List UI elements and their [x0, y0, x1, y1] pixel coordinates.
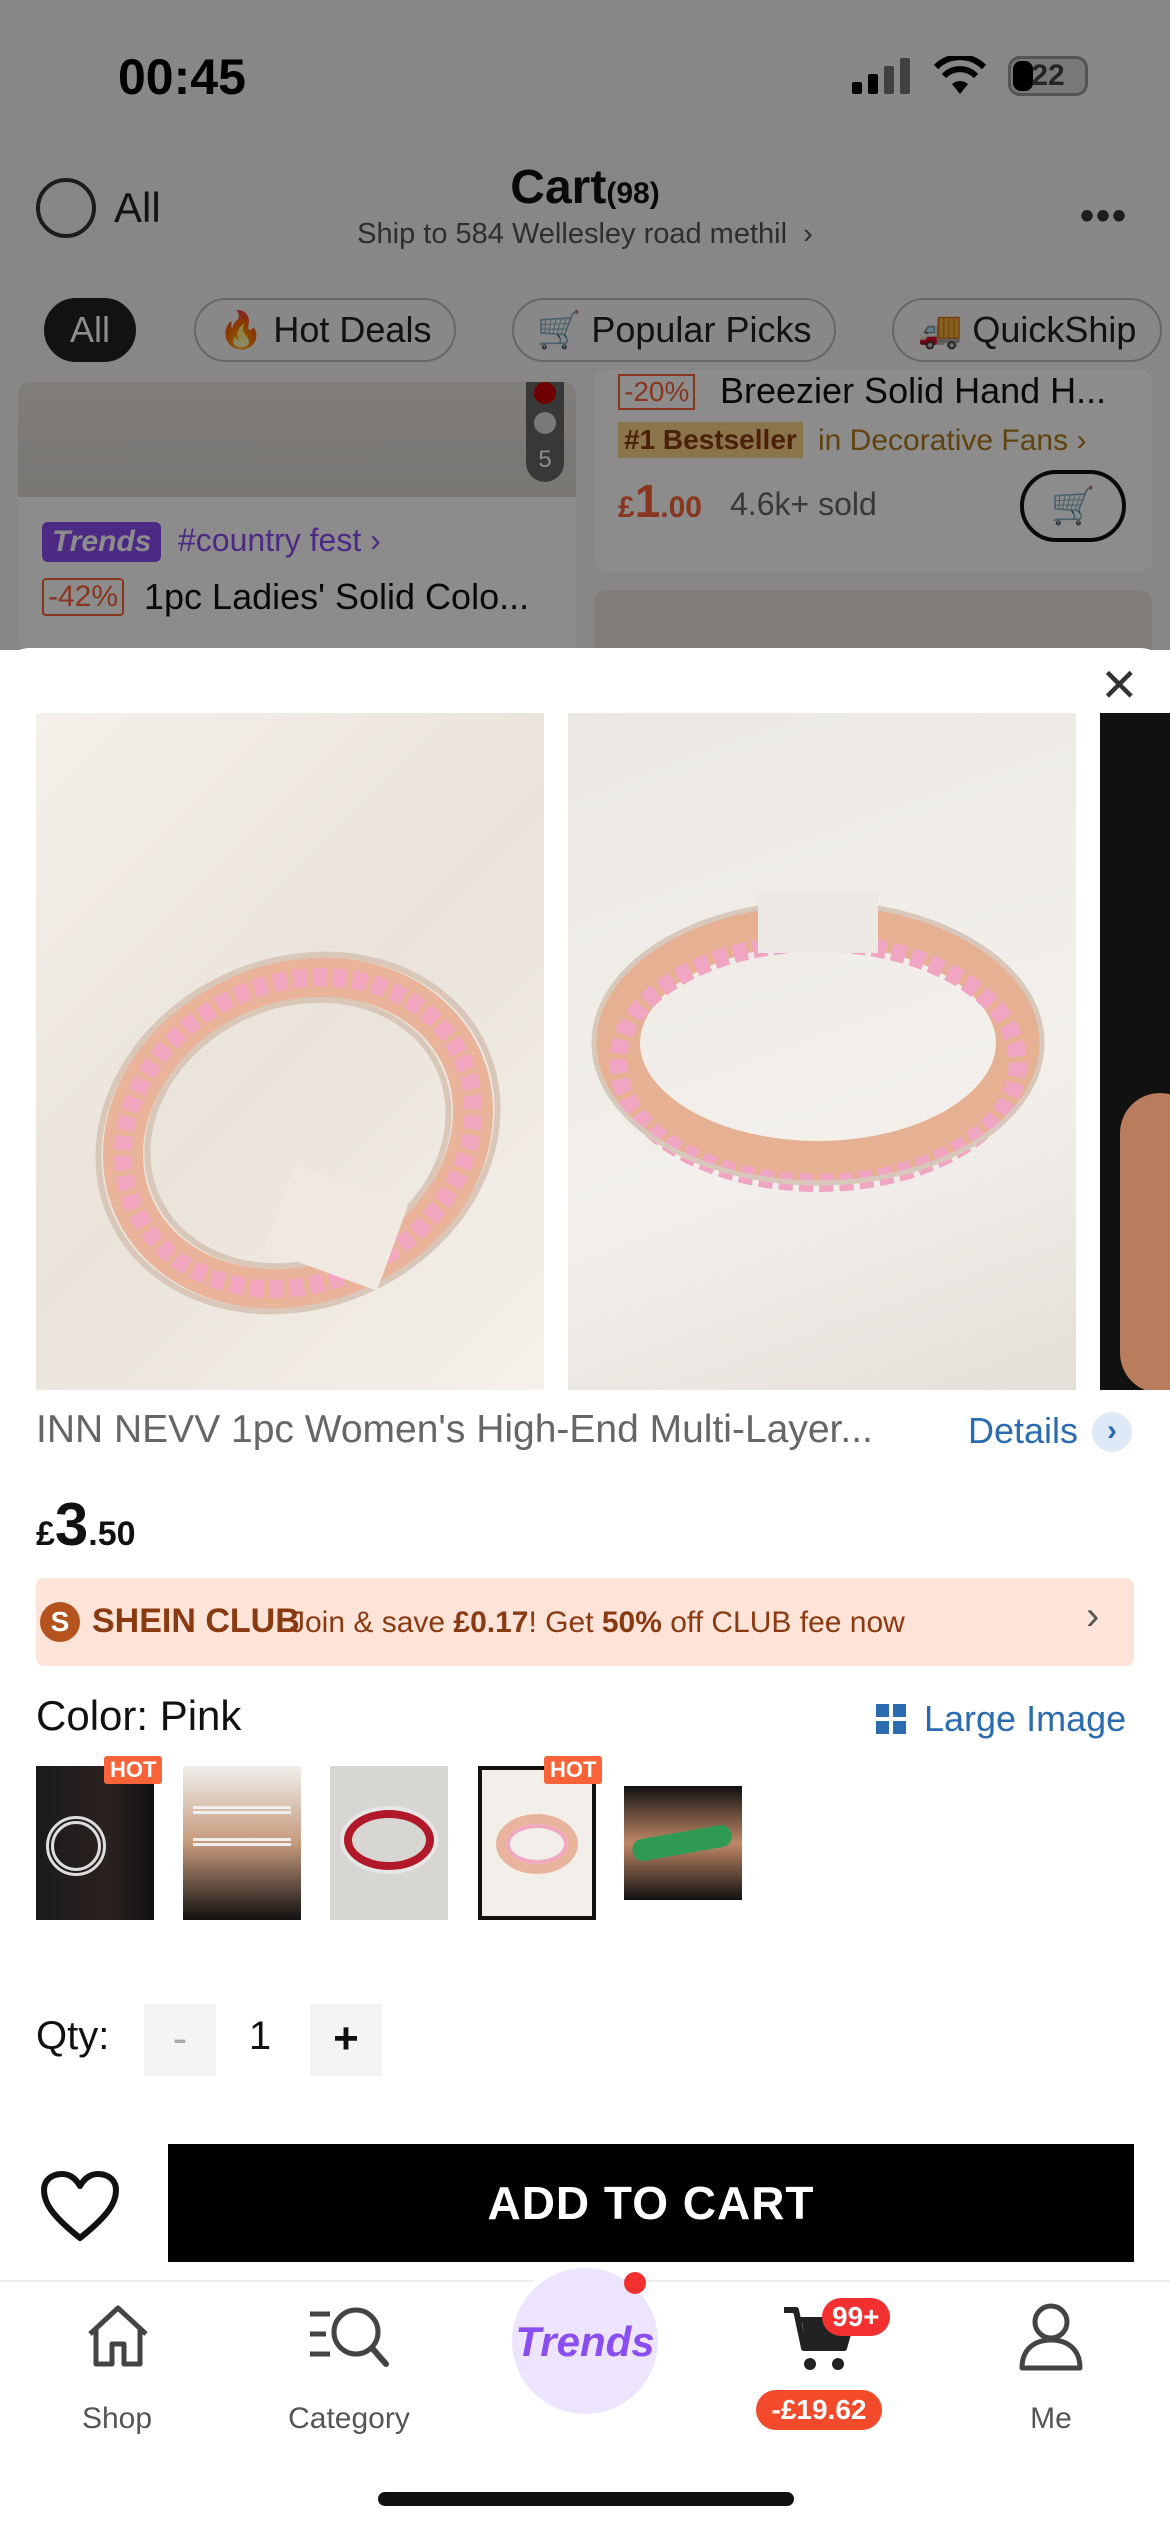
hot-badge: HOT: [104, 1756, 163, 1784]
color-swatch-green-stone[interactable]: [624, 1786, 742, 1900]
home-indicator: [378, 2492, 794, 2506]
notification-dot: [624, 2272, 646, 2294]
color-swatch-pink[interactable]: [478, 1766, 596, 1920]
qty-value[interactable]: 1: [240, 2014, 280, 2059]
qty-label: Qty:: [36, 2014, 110, 2058]
tab-shop[interactable]: Shop: [32, 2402, 202, 2436]
color-label: Color: Pink: [36, 1692, 242, 1739]
product-photo[interactable]: [1100, 713, 1170, 1390]
club-message: Join & save £0.17! Get 50% off CLUB fee …: [290, 1606, 905, 1639]
hot-badge: HOT: [544, 1756, 603, 1784]
chevron-right-icon: ›: [1086, 1594, 1100, 1638]
grid-icon[interactable]: [876, 1704, 906, 1734]
color-swatch-red-stone[interactable]: [330, 1766, 448, 1920]
category-search-icon[interactable]: [306, 2300, 392, 2372]
qty-plus-button[interactable]: +: [310, 2004, 382, 2076]
close-icon[interactable]: ✕: [1100, 662, 1139, 708]
color-swatch-silver-multi-strand[interactable]: [183, 1766, 301, 1920]
cart-total-badge[interactable]: -£19.62: [756, 2390, 882, 2430]
modal-overlay[interactable]: [0, 0, 1170, 650]
large-image-link[interactable]: Large Image: [924, 1698, 1126, 1740]
qty-minus-button[interactable]: -: [144, 2004, 216, 2076]
home-icon[interactable]: [82, 2300, 154, 2372]
shein-club-icon: S: [40, 1602, 80, 1642]
chevron-right-icon[interactable]: ›: [1092, 1412, 1132, 1452]
cart-count-badge: 99+: [822, 2298, 890, 2336]
product-title: INN NEVV 1pc Women's High-End Multi-Laye…: [36, 1408, 873, 1451]
details-link[interactable]: Details: [968, 1410, 1078, 1452]
tab-me[interactable]: Me: [966, 2402, 1136, 2436]
color-swatch-silver-multi-row[interactable]: [36, 1766, 154, 1920]
product-photo[interactable]: [568, 713, 1076, 1390]
tab-category[interactable]: Category: [264, 2402, 434, 2436]
shein-club-banner[interactable]: S SHEIN CLUB Join & save £0.17! Get 50% …: [36, 1578, 1134, 1666]
cart-page-background: 00:45 22 All Cart(98) Ship to 584 Welles…: [0, 0, 1170, 650]
product-photo[interactable]: [36, 713, 544, 1390]
bracelet-image: [95, 951, 501, 1315]
wishlist-heart-icon[interactable]: [40, 2170, 120, 2242]
bracelet-image: [591, 893, 1045, 1192]
product-price: £3.50: [36, 1491, 136, 1558]
club-name: SHEIN CLUB: [92, 1602, 300, 1640]
profile-icon[interactable]: [1016, 2300, 1086, 2372]
add-to-cart-button[interactable]: ADD TO CART: [168, 2144, 1134, 2262]
